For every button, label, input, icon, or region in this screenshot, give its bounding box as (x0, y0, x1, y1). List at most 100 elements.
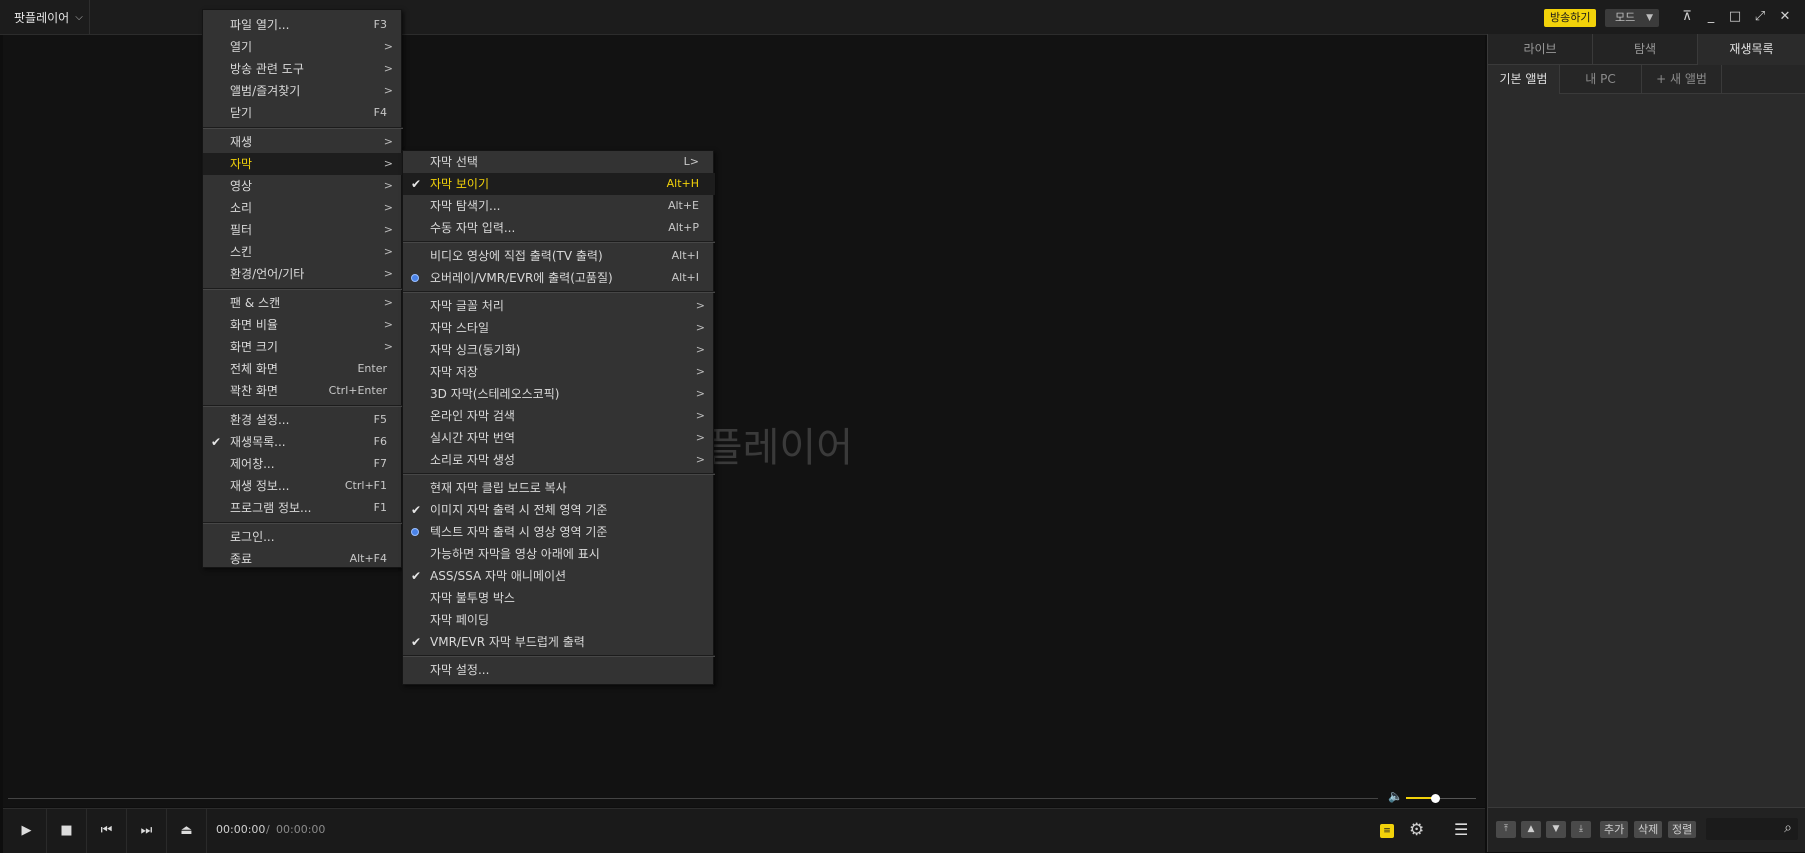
main-menu-item[interactable]: ✔ 재생목록... F6 (203, 431, 403, 453)
main-menu-item-label: 열기 (230, 40, 253, 54)
minimize-icon[interactable]: _ (1702, 8, 1720, 26)
next-icon[interactable]: ⏭ (127, 809, 167, 853)
main-menu-item[interactable]: 화면 크기 > (203, 336, 403, 358)
pin-icon[interactable]: ⊼ (1678, 8, 1696, 26)
submenu-arrow-icon: > (695, 299, 705, 312)
subtitle-menu-item[interactable]: 소리로 자막 생성 > (403, 449, 715, 471)
playlist-search-input[interactable]: ⌕ (1706, 818, 1798, 840)
main-menu-item-label: 로그인... (230, 530, 275, 544)
subtitle-menu-item[interactable]: 자막 저장 > (403, 361, 715, 383)
move-up-icon[interactable]: ▲ (1521, 821, 1541, 838)
main-menu-item-label: 전체 화면 (230, 362, 278, 376)
main-menu-item[interactable]: 앨범/즐겨찾기 > (203, 80, 403, 102)
subtitle-menu-item[interactable]: ✔ 이미지 자막 출력 시 전체 영역 기준 (403, 499, 715, 521)
move-down-icon[interactable]: ▼ (1546, 821, 1566, 838)
subtitle-toggle-icon[interactable]: ≡ (1380, 824, 1394, 838)
submenu-arrow-icon: > (383, 135, 393, 148)
main-menu-item[interactable]: 닫기 F4 (203, 102, 403, 124)
delete-button[interactable]: 삭제 (1634, 821, 1663, 838)
subtitle-menu-item[interactable]: 자막 글꼴 처리 > (403, 295, 715, 317)
subtitle-menu-item[interactable]: 자막 설정... (403, 659, 715, 681)
subtitle-menu-item[interactable]: 현재 자막 클립 보드로 복사 (403, 477, 715, 499)
main-menu-item[interactable]: 재생 정보... Ctrl+F1 (203, 475, 403, 497)
subtitle-menu-item-label: 자막 보이기 (430, 177, 490, 191)
main-menu-item[interactable]: 자막 > (203, 153, 403, 175)
main-menu-item[interactable]: 파일 열기... F3 (203, 14, 403, 36)
subtitle-menu-item[interactable]: ✔ 자막 보이기 Alt+H (403, 173, 715, 195)
add-button[interactable]: 추가 (1600, 821, 1629, 838)
main-menu-item-label: 환경/언어/기타 (230, 267, 305, 281)
subtitle-menu-item[interactable]: 오버레이/VMR/EVR에 출력(고품질) Alt+I (403, 267, 715, 289)
subtitle-menu-item[interactable]: ✔ ASS/SSA 자막 애니메이션 (403, 565, 715, 587)
subtitle-menu-item[interactable]: 자막 싱크(동기화) > (403, 339, 715, 361)
main-menu-item[interactable]: 환경/언어/기타 > (203, 263, 403, 285)
app-menu-button[interactable]: 팟플레이어 ⌵ (0, 0, 90, 34)
subtitle-menu-item[interactable]: 비디오 영상에 직접 출력(TV 출력) Alt+I (403, 245, 715, 267)
playlist-list[interactable] (1488, 94, 1805, 807)
main-menu-item[interactable]: 팬 & 스캔 > (203, 292, 403, 314)
subtab-new-album[interactable]: + 새 앨범 (1642, 65, 1722, 94)
main-menu-item[interactable]: 전체 화면 Enter (203, 358, 403, 380)
seek-bar[interactable] (8, 798, 1378, 799)
gear-icon[interactable]: ⚙ (1409, 820, 1424, 840)
subtitle-menu-item[interactable]: 수동 자막 입력... Alt+P (403, 217, 715, 239)
main-menu-item[interactable]: 영상 > (203, 175, 403, 197)
subtitle-menu-item[interactable]: 자막 탐색기... Alt+E (403, 195, 715, 217)
sort-button[interactable]: 정렬 (1668, 821, 1697, 838)
main-menu-item[interactable]: 로그인... (203, 526, 403, 548)
main-menu-item-shortcut: Ctrl+F1 (344, 479, 387, 492)
tab-explore[interactable]: 탐색 (1593, 34, 1698, 65)
mode-button[interactable]: 모드 ▼ (1605, 9, 1659, 27)
search-icon[interactable]: ⌕ (1784, 820, 1792, 836)
volume-icon[interactable]: 🔈 (1388, 789, 1403, 803)
main-menu-item[interactable]: 종료 Alt+F4 (203, 548, 403, 570)
subtitle-menu-item[interactable]: 자막 불투명 박스 (403, 587, 715, 609)
play-icon[interactable]: ▶ (7, 809, 47, 853)
subtab-default-album[interactable]: 기본 앨범 (1488, 65, 1560, 94)
broadcast-button[interactable]: 방송하기 (1544, 9, 1597, 27)
submenu-arrow-icon: > (383, 223, 393, 236)
main-menu-item[interactable]: 방송 관련 도구 > (203, 58, 403, 80)
tab-live[interactable]: 라이브 (1488, 34, 1593, 65)
close-icon[interactable]: ✕ (1776, 8, 1794, 26)
maximize-icon[interactable]: □ (1726, 8, 1744, 26)
main-menu-item[interactable]: 프로그램 정보... F1 (203, 497, 403, 519)
subtitle-submenu: 자막 선택 L> ✔ 자막 보이기 Alt+H 자막 탐색기... Alt+E 수동 자막 입… (402, 150, 715, 685)
tab-playlist[interactable]: 재생목록 (1698, 34, 1805, 65)
main-menu-item[interactable]: 열기 > (203, 36, 403, 58)
main-menu-item[interactable]: 필터 > (203, 219, 403, 241)
subtitle-menu-item[interactable]: 실시간 자막 번역 > (403, 427, 715, 449)
subtitle-menu-item[interactable]: ✔ VMR/EVR 자막 부드럽게 출력 (403, 631, 715, 653)
eject-icon[interactable]: ⏏ (167, 809, 207, 853)
fullscreen-icon[interactable]: ⤢ (1751, 8, 1769, 26)
main-menu-item[interactable]: 재생 > (203, 131, 403, 153)
subtitle-menu-item[interactable]: 텍스트 자막 출력 시 영상 영역 기준 (403, 521, 715, 543)
main-menu-item[interactable]: 스킨 > (203, 241, 403, 263)
checkmark-icon: ✔ (411, 569, 422, 583)
main-menu-item-label: 재생 정보... (230, 479, 290, 493)
subtitle-menu-item[interactable]: 자막 페이딩 (403, 609, 715, 631)
move-top-icon[interactable]: ⤒ (1496, 821, 1516, 838)
main-menu-item[interactable]: 제어창... F7 (203, 453, 403, 475)
subtab-my-pc[interactable]: 내 PC (1560, 65, 1642, 94)
volume-knob[interactable] (1431, 794, 1441, 803)
menu-separator (203, 522, 403, 524)
subtitle-menu-item[interactable]: 온라인 자막 검색 > (403, 405, 715, 427)
menu-list-icon[interactable]: ☰ (1454, 820, 1468, 839)
subtitle-menu-item-label: 자막 탐색기... (430, 199, 501, 213)
move-bottom-icon[interactable]: ⤓ (1571, 821, 1591, 838)
volume-slider[interactable] (1406, 794, 1476, 803)
main-menu-item[interactable]: 화면 비율 > (203, 314, 403, 336)
main-menu-item[interactable]: 꽉찬 화면 Ctrl+Enter (203, 380, 403, 402)
subtitle-menu-item[interactable]: 3D 자막(스테레오스코픽) > (403, 383, 715, 405)
subtitle-menu-item[interactable]: 자막 스타일 > (403, 317, 715, 339)
stop-icon[interactable]: ■ (47, 809, 87, 853)
main-menu-item[interactable]: 소리 > (203, 197, 403, 219)
main-menu-item[interactable]: 환경 설정... F5 (203, 409, 403, 431)
submenu-arrow-icon: > (383, 267, 393, 280)
previous-icon[interactable]: ⏮ (87, 809, 127, 853)
checkmark-icon: ✔ (211, 435, 222, 449)
main-menu-item-label: 프로그램 정보... (230, 501, 312, 515)
subtitle-menu-item[interactable]: 가능하면 자막을 영상 아래에 표시 (403, 543, 715, 565)
subtitle-menu-item[interactable]: 자막 선택 L> (403, 151, 715, 173)
